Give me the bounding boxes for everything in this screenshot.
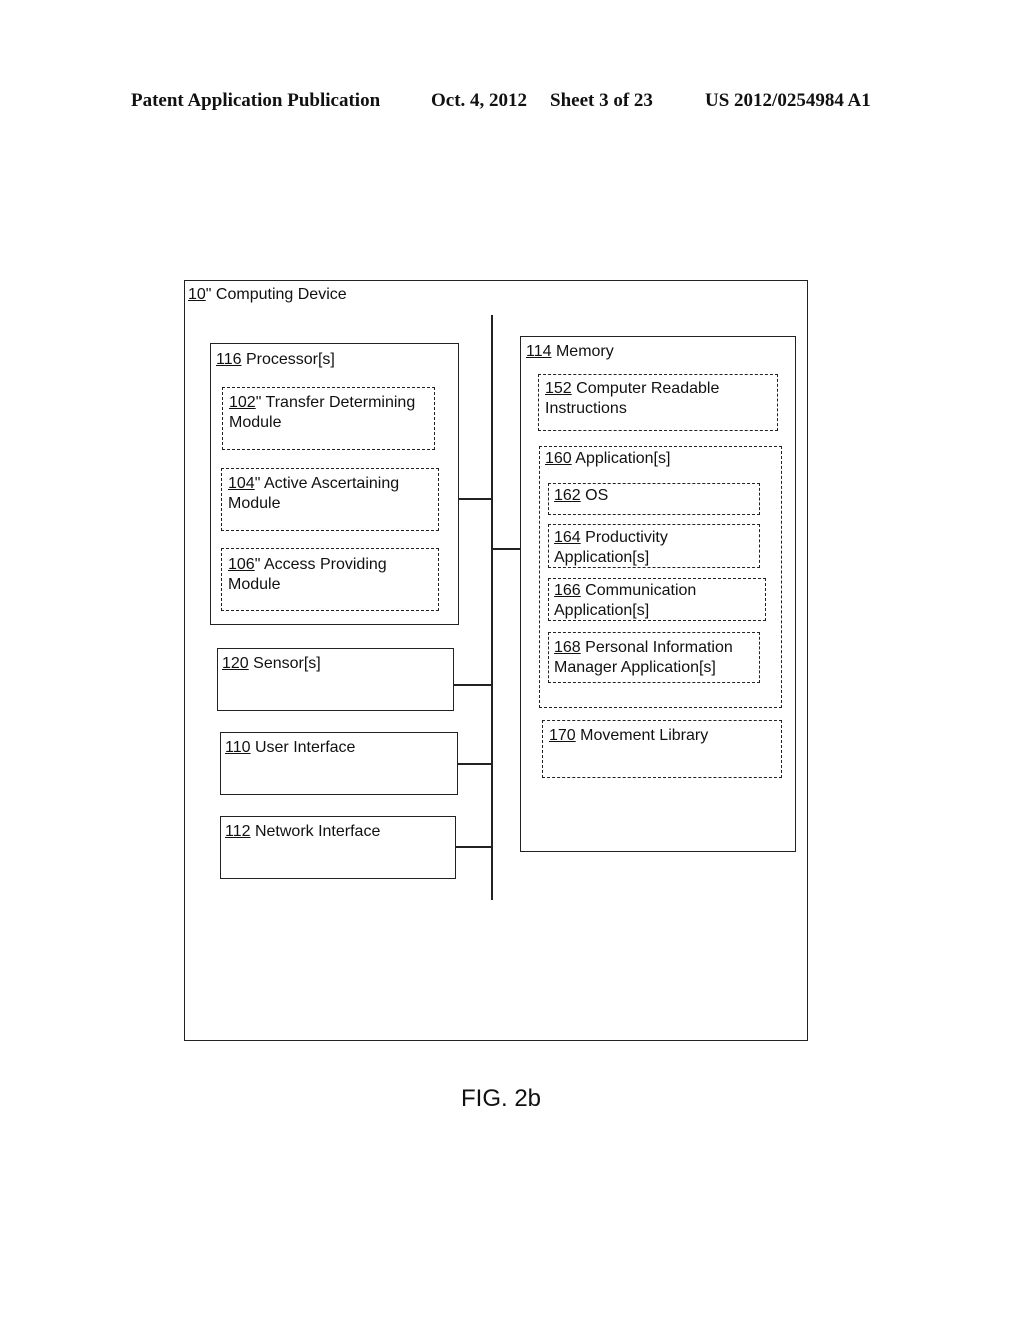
access-providing-module-label: 106" Access Providing Module — [228, 556, 387, 593]
productivity-applications-label: 164 Productivity Application[s] — [554, 529, 668, 566]
network-interface-label: 112 Network Interface — [225, 823, 381, 840]
computing-device-label: 10" Computing Device — [188, 286, 347, 303]
processor-bus-connector — [458, 498, 492, 500]
applications-label: 160 Application[s] — [545, 450, 671, 467]
movement-library-label: 170 Movement Library — [549, 727, 709, 744]
patent-number: US 2012/0254984 A1 — [705, 90, 871, 111]
sensor-bus-connector — [454, 684, 492, 686]
active-ascertaining-module-label: 104" Active Ascertaining Module — [228, 475, 400, 512]
transfer-determining-module-label: 102" Transfer Determining Module — [229, 394, 416, 431]
os-application-label: 162 OS — [554, 487, 609, 504]
network-interface-bus-connector — [455, 846, 492, 848]
computer-readable-instructions-label: 152 Computer Readable Instructions — [545, 380, 720, 417]
figure-label: FIG. 2b — [461, 1085, 542, 1112]
sheet-number: Sheet 3 of 23 — [550, 90, 653, 111]
user-interface-bus-connector — [457, 763, 492, 765]
user-interface-label: 110 User Interface — [225, 739, 356, 756]
ref-number: 116 — [216, 351, 242, 368]
ref-number: 10 — [188, 286, 206, 303]
publication-title: Patent Application Publication — [131, 90, 381, 111]
memory-label: 114 Memory — [526, 343, 614, 360]
personal-information-manager-applications-label: 168 Personal Information Manager Applicat… — [554, 639, 733, 676]
communication-applications-label: 166 Communication Application[s] — [554, 582, 697, 619]
sensor-label: 120 Sensor[s] — [222, 655, 321, 672]
publication-date: Oct. 4, 2012 — [431, 90, 528, 111]
memory-bus-connector — [492, 548, 520, 550]
system-bus — [491, 315, 493, 900]
processor-label: 116 Processor[s] — [216, 351, 335, 368]
